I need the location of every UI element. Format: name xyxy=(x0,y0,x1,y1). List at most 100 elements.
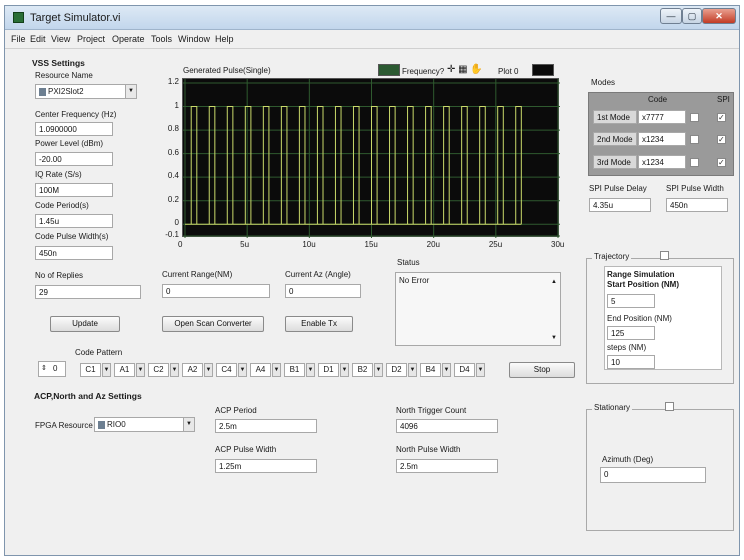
menu-file[interactable]: File xyxy=(11,34,26,44)
code-pattern-item-label[interactable]: B2 xyxy=(352,363,373,377)
chevron-down-icon[interactable]: ▼ xyxy=(102,363,111,377)
code-pattern-item-label[interactable]: B1 xyxy=(284,363,305,377)
scroll-up-icon[interactable]: ▲ xyxy=(551,279,557,285)
code-pattern-item-label[interactable]: B4 xyxy=(420,363,441,377)
chevron-down-icon[interactable]: ▼ xyxy=(306,363,315,377)
y-tick-label: 0.8 xyxy=(167,124,179,134)
vss-settings-title: VSS Settings xyxy=(32,58,85,68)
power-level-field[interactable]: -20.00 xyxy=(35,152,113,166)
code-pattern-item-label[interactable]: C1 xyxy=(80,363,101,377)
mode-enable-checkbox[interactable] xyxy=(690,158,699,167)
scroll-down-icon[interactable]: ▼ xyxy=(551,335,557,341)
mode-code-field[interactable]: x1234 xyxy=(638,155,686,169)
menu-view[interactable]: View xyxy=(51,34,70,44)
code-period-label: Code Period(s) xyxy=(35,201,89,210)
mode-spi-checkbox[interactable]: ✓ xyxy=(717,113,726,122)
mode-code-field[interactable]: x7777 xyxy=(638,110,686,124)
pulse-plot[interactable] xyxy=(182,78,560,238)
minimize-button[interactable]: — xyxy=(660,8,682,24)
end-position-label: End Position (NM) xyxy=(607,314,672,323)
pulse-trace xyxy=(298,106,306,225)
chevron-down-icon[interactable]: ▼ xyxy=(136,363,145,377)
code-pattern-item-label[interactable]: D4 xyxy=(454,363,475,377)
chevron-down-icon[interactable]: ▼ xyxy=(204,363,213,377)
center-frequency-label: Center Frequency (Hz) xyxy=(35,110,117,119)
close-button[interactable]: ✕ xyxy=(702,8,736,24)
azimuth-field[interactable]: 0 xyxy=(600,467,706,483)
pulse-trace xyxy=(389,106,396,225)
north-pulse-width-field[interactable]: 2.5m xyxy=(396,459,498,473)
mode-spi-checkbox[interactable]: ✓ xyxy=(717,158,726,167)
chevron-down-icon[interactable]: ▼ xyxy=(442,363,451,377)
range-simulation-label: Range Simulation xyxy=(607,270,675,279)
num-replies-field[interactable]: 29 xyxy=(35,285,141,299)
x-tick-label: 30u xyxy=(551,240,565,249)
code-pattern-item-label[interactable]: A2 xyxy=(182,363,203,377)
current-range-label: Current Range(NM) xyxy=(162,270,233,279)
maximize-button[interactable]: ▢ xyxy=(682,8,702,24)
chevron-down-icon[interactable]: ▼ xyxy=(408,363,417,377)
end-position-field[interactable]: 125 xyxy=(607,326,655,340)
azimuth-label: Azimuth (Deg) xyxy=(602,455,654,464)
menu-window[interactable]: Window xyxy=(178,34,210,44)
code-pattern-item-label[interactable]: A1 xyxy=(114,363,135,377)
x-tick-label: 25u xyxy=(488,240,503,249)
chevron-down-icon[interactable]: ▼ xyxy=(340,363,349,377)
start-position-field[interactable]: 5 xyxy=(607,294,655,308)
index-stepper-icon[interactable]: ⇕ xyxy=(41,364,47,372)
code-period-field[interactable]: 1.45u xyxy=(35,214,113,228)
menu-edit[interactable]: Edit xyxy=(30,34,46,44)
chevron-down-icon[interactable]: ▼ xyxy=(374,363,383,377)
check-icon: ✓ xyxy=(718,135,725,144)
pulse-trace xyxy=(352,106,360,225)
update-button[interactable]: Update xyxy=(50,316,120,332)
code-pattern-item-label[interactable]: D2 xyxy=(386,363,407,377)
pulse-trace xyxy=(371,106,378,225)
chevron-down-icon[interactable]: ▼ xyxy=(476,363,485,377)
open-scan-converter-button[interactable]: Open Scan Converter xyxy=(162,316,264,332)
mode-spi-checkbox[interactable]: ✓ xyxy=(717,135,726,144)
chevron-down-icon[interactable]: ▼ xyxy=(125,85,136,98)
menu-project[interactable]: Project xyxy=(77,34,105,44)
code-pulse-width-label: Code Pulse Width(s) xyxy=(35,232,109,241)
acp-pulse-width-field[interactable]: 1.25m xyxy=(215,459,317,473)
menu-help[interactable]: Help xyxy=(215,34,234,44)
spi-pulse-width-field[interactable]: 450n xyxy=(666,198,728,212)
mode-enable-checkbox[interactable] xyxy=(690,113,699,122)
stop-button[interactable]: Stop xyxy=(509,362,575,378)
mode-enable-checkbox[interactable] xyxy=(690,135,699,144)
steps-field[interactable]: 10 xyxy=(607,355,655,369)
acp-settings-title: ACP,North and Az Settings xyxy=(34,391,142,401)
current-az-label: Current Az (Angle) xyxy=(285,270,351,279)
code-pattern-item-label[interactable]: D1 xyxy=(318,363,339,377)
fpga-resource-select[interactable]: RIO0 ▼ xyxy=(94,417,195,432)
enable-tx-button[interactable]: Enable Tx xyxy=(285,316,353,332)
chevron-down-icon[interactable]: ▼ xyxy=(183,418,194,431)
graph-tools-icon[interactable]: ✛ ▦ ✋ xyxy=(447,64,483,75)
code-pulse-width-field[interactable]: 450n xyxy=(35,246,113,260)
mode-code-field[interactable]: x1234 xyxy=(638,132,686,146)
iq-rate-field[interactable]: 100M xyxy=(35,183,113,197)
code-pattern-index[interactable]: ⇕ 0 xyxy=(38,361,66,377)
menu-bar: File Edit View Project Operate Tools Win… xyxy=(5,31,739,49)
menu-tools[interactable]: Tools xyxy=(151,34,172,44)
y-tick-label: 1.2 xyxy=(167,77,179,86)
code-pattern-item-label[interactable]: A4 xyxy=(250,363,271,377)
resource-name-select[interactable]: PXI2Slot2 ▼ xyxy=(35,84,137,99)
chevron-down-icon[interactable]: ▼ xyxy=(238,363,247,377)
center-frequency-field[interactable]: 1.0900000 xyxy=(35,122,113,136)
pulse-trace xyxy=(425,106,432,225)
trajectory-toggle[interactable] xyxy=(660,251,669,260)
spi-pulse-delay-field[interactable]: 4.35u xyxy=(589,198,651,212)
north-trigger-count-field[interactable]: 4096 xyxy=(396,419,498,433)
acp-period-field[interactable]: 2.5m xyxy=(215,419,317,433)
num-replies-label: No of Replies xyxy=(35,271,84,280)
menu-operate[interactable]: Operate xyxy=(112,34,145,44)
chevron-down-icon[interactable]: ▼ xyxy=(272,363,281,377)
code-pattern-item-label[interactable]: C4 xyxy=(216,363,237,377)
code-pattern-item-label[interactable]: C2 xyxy=(148,363,169,377)
status-box: No Error ▲ ▼ xyxy=(395,272,561,346)
chevron-down-icon[interactable]: ▼ xyxy=(170,363,179,377)
resource-icon xyxy=(39,87,46,96)
stationary-toggle[interactable] xyxy=(665,402,674,411)
